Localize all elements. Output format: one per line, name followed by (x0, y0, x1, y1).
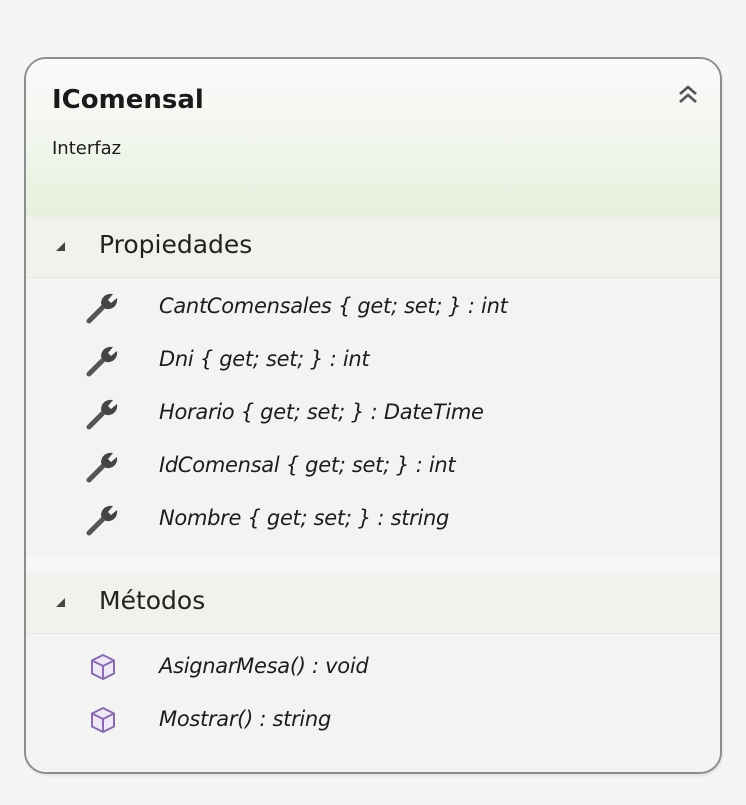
list-item[interactable]: Dni { get; set; } : int (26, 335, 720, 387)
method-text: AsignarMesa() : void (159, 654, 369, 678)
property-text: Horario { get; set; } : DateTime (159, 400, 484, 424)
collapse-chevron-icon[interactable] (674, 81, 702, 109)
list-item[interactable]: Mostrar() : string (26, 695, 720, 747)
list-item[interactable]: IdComensal { get; set; } : int (26, 441, 720, 493)
expand-triangle-icon[interactable] (56, 598, 65, 607)
section-header-properties[interactable]: Propiedades (26, 217, 720, 277)
class-stereotype: Interfaz (52, 138, 122, 159)
section-label-properties: Propiedades (99, 230, 253, 259)
wrench-icon (86, 293, 118, 324)
property-text: Dni { get; set; } : int (159, 347, 370, 371)
class-shape[interactable]: IComensal Interfaz Propiedades CantComen… (24, 57, 722, 774)
class-name: IComensal (52, 85, 204, 115)
diagram-canvas: IComensal Interfaz Propiedades CantComen… (0, 0, 746, 805)
methods-list: AsignarMesa() : void Mostrar() : string (26, 633, 720, 772)
expand-triangle-icon[interactable] (56, 242, 65, 251)
wrench-icon (86, 452, 118, 483)
method-cube-icon (91, 707, 115, 733)
wrench-icon (86, 399, 118, 430)
properties-list: CantComensales { get; set; } : int Dni {… (26, 277, 720, 556)
method-cube-icon (91, 654, 115, 680)
class-header: IComensal Interfaz (26, 59, 720, 218)
method-text: Mostrar() : string (159, 707, 331, 731)
wrench-icon (86, 346, 118, 377)
list-item[interactable]: Nombre { get; set; } : string (26, 494, 720, 546)
section-label-methods: Métodos (99, 586, 206, 615)
property-text: Nombre { get; set; } : string (159, 506, 450, 530)
list-item[interactable]: AsignarMesa() : void (26, 642, 720, 694)
wrench-icon (86, 505, 118, 536)
property-text: IdComensal { get; set; } : int (159, 453, 456, 477)
property-text: CantComensales { get; set; } : int (159, 294, 508, 318)
section-header-methods[interactable]: Métodos (26, 573, 720, 633)
list-item[interactable]: Horario { get; set; } : DateTime (26, 388, 720, 440)
list-item[interactable]: CantComensales { get; set; } : int (26, 282, 720, 334)
